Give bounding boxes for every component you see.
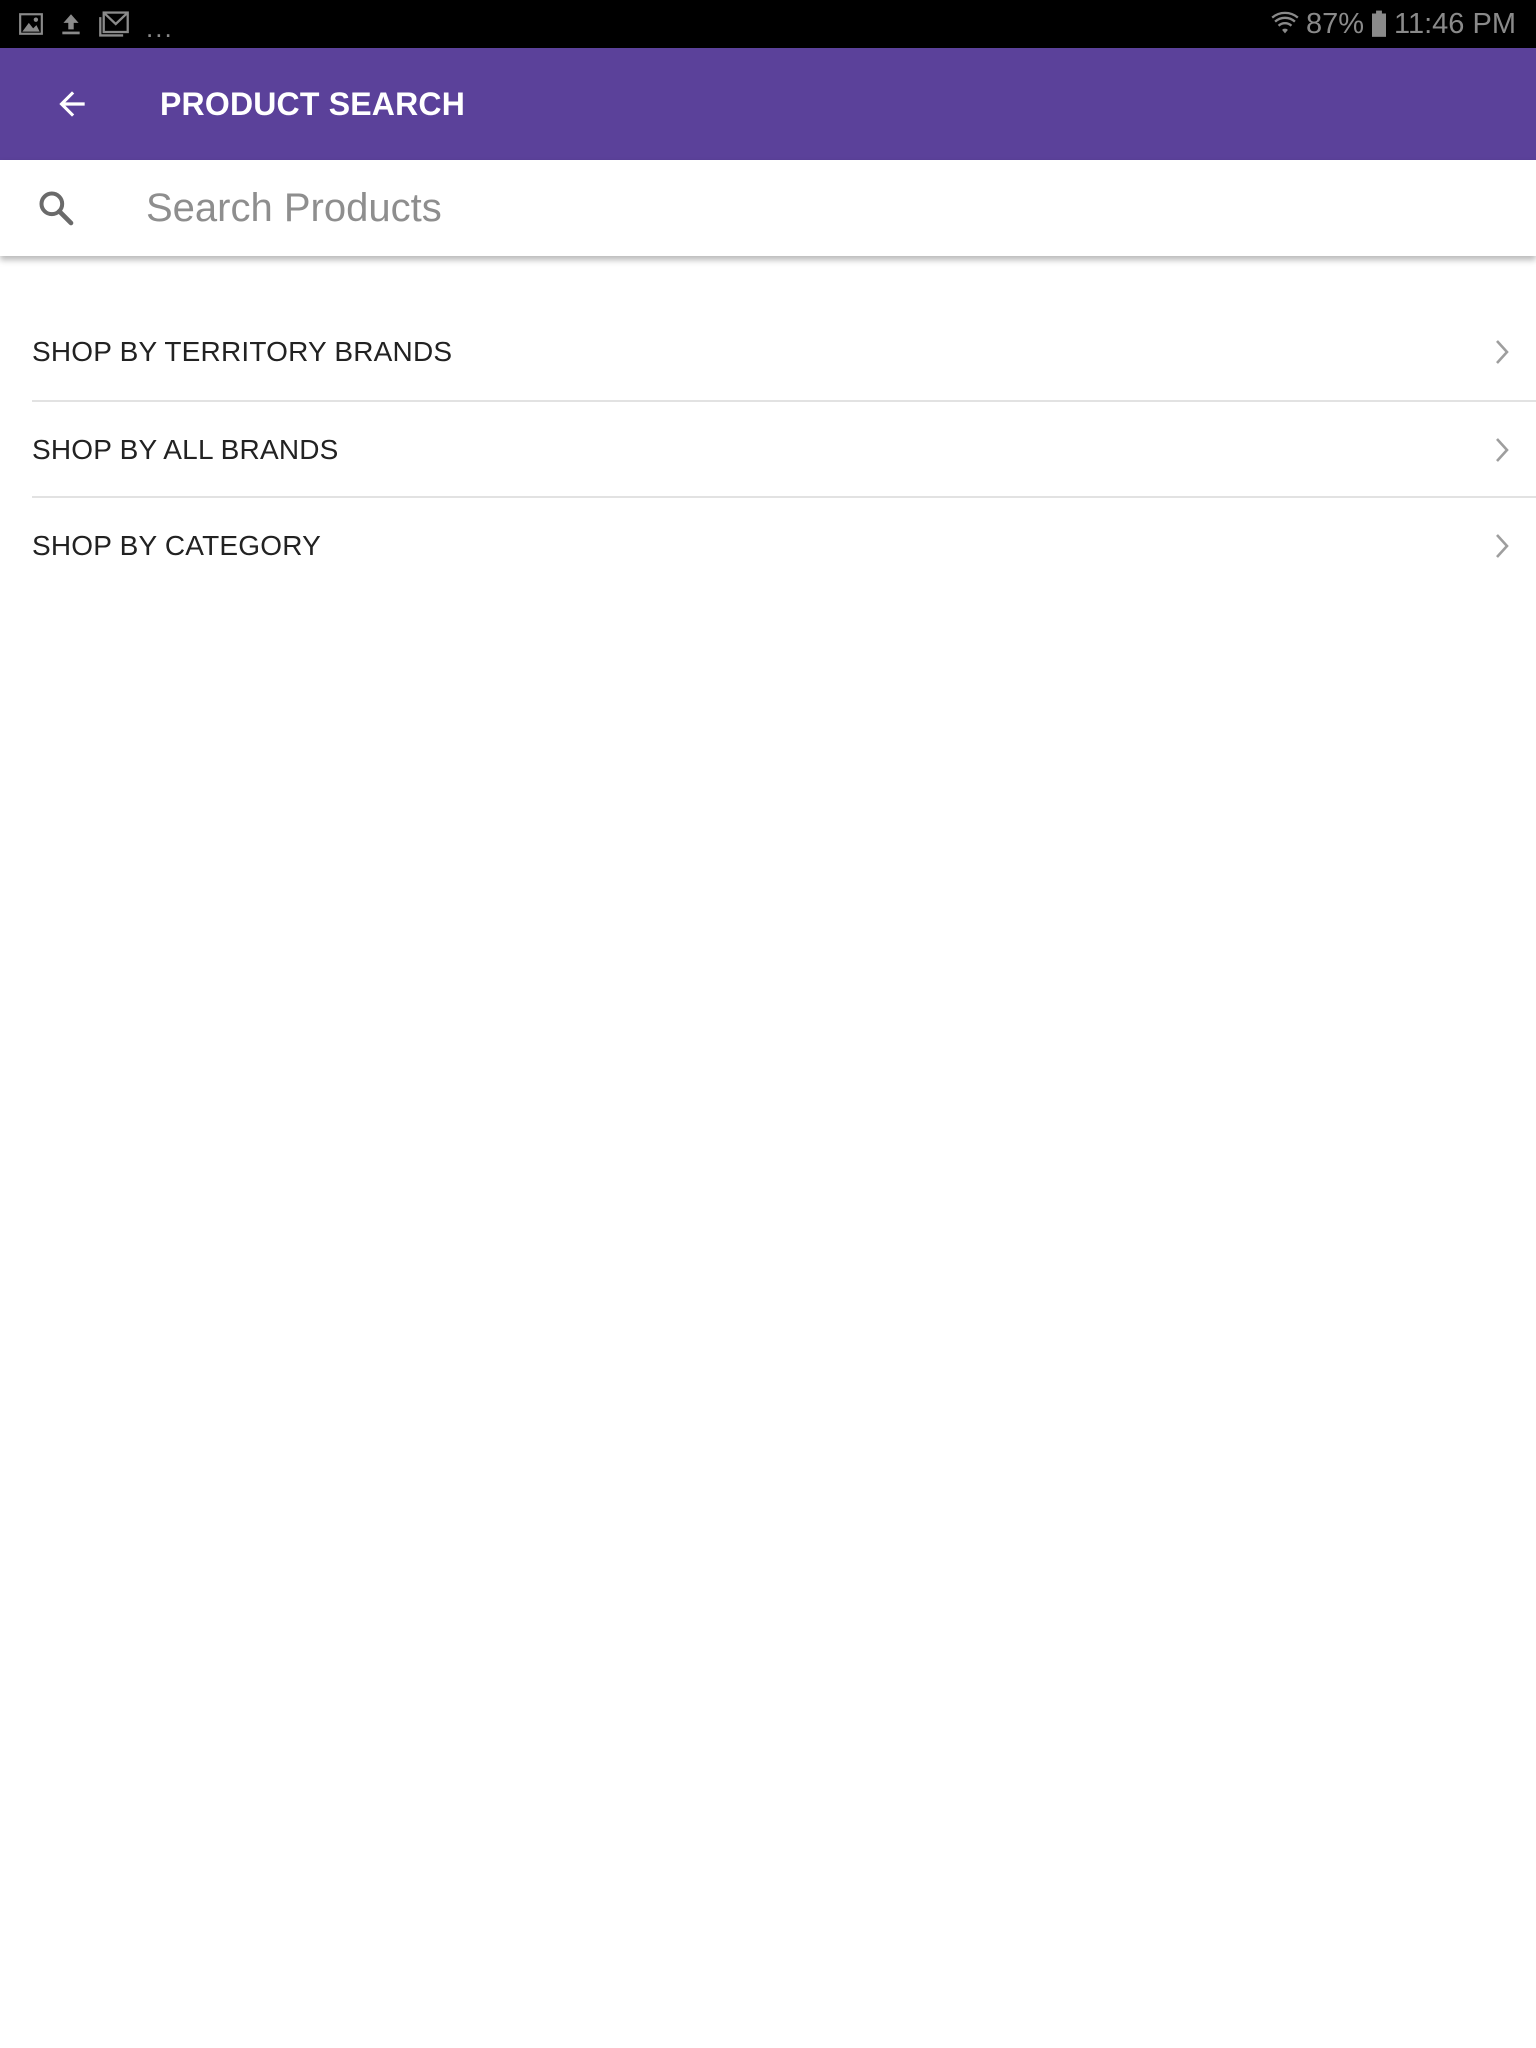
menu-item-label: SHOP BY CATEGORY: [32, 530, 321, 561]
back-button[interactable]: [36, 74, 108, 134]
system-status: 87% 11:46 PM: [1270, 8, 1516, 40]
search-input[interactable]: [146, 174, 1506, 242]
chevron-right-icon: [1496, 340, 1509, 364]
wifi-icon: [1271, 11, 1299, 34]
image-icon: [19, 13, 43, 35]
clock: 11:46 PM: [1394, 8, 1516, 40]
status-bar: ... 87% 11:46 PM: [0, 0, 1536, 48]
menu-item-all-brands[interactable]: SHOP BY ALL BRANDS: [32, 400, 1536, 496]
mail-icon: [99, 11, 129, 37]
shop-menu-list: SHOP BY TERRITORY BRANDS SHOP BY ALL BRA…: [0, 304, 1536, 592]
chevron-right-icon: [1496, 438, 1509, 462]
search-icon: [39, 191, 74, 226]
battery-percent: 87%: [1305, 8, 1365, 40]
menu-item-territory-brands[interactable]: SHOP BY TERRITORY BRANDS: [32, 304, 1536, 400]
app-bar: PRODUCT SEARCH: [0, 48, 1536, 160]
page-title: PRODUCT SEARCH: [160, 86, 466, 122]
menu-item-category[interactable]: SHOP BY CATEGORY: [32, 496, 1536, 592]
upload-icon: [62, 14, 80, 35]
chevron-right-icon: [1496, 534, 1509, 558]
menu-item-label: SHOP BY TERRITORY BRANDS: [32, 336, 453, 367]
more-notifications-indicator: ...: [146, 13, 174, 43]
battery-icon: [1372, 10, 1387, 37]
arrow-back-icon: [59, 91, 85, 117]
menu-item-label: SHOP BY ALL BRANDS: [32, 434, 339, 465]
search-bar: [0, 160, 1536, 256]
notification-icons: ...: [18, 10, 174, 42]
